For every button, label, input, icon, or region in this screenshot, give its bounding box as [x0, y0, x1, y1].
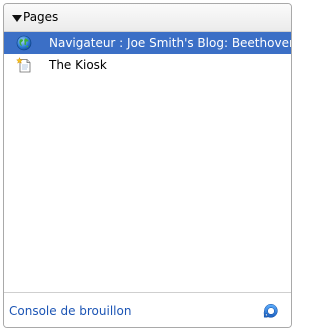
scratch-console-link[interactable]: Console de brouillon [9, 304, 131, 318]
pages-frame: Pages Navigateur : Joe Smith's Blog: Bee… [3, 3, 292, 328]
panel-footer: Console de brouillon [4, 292, 291, 327]
pages-list: Navigateur : Joe Smith's Blog: Beethoven… [4, 32, 291, 293]
refresh-icon[interactable] [262, 302, 280, 320]
globe-icon [16, 35, 32, 51]
expand-triangle-icon[interactable] [12, 15, 22, 22]
page-label: The Kiosk [49, 58, 107, 72]
list-item-page-navigateur[interactable]: Navigateur : Joe Smith's Blog: Beethoven [4, 32, 291, 54]
new-page-icon [16, 57, 31, 73]
page-label: Navigateur : Joe Smith's Blog: Beethoven [49, 36, 291, 50]
list-item-page-the-kiosk[interactable]: The Kiosk [4, 54, 291, 76]
pages-panel: Pages Navigateur : Joe Smith's Blog: Bee… [0, 0, 295, 331]
section-title: Pages [23, 10, 59, 24]
pages-section-header[interactable]: Pages [4, 4, 291, 32]
